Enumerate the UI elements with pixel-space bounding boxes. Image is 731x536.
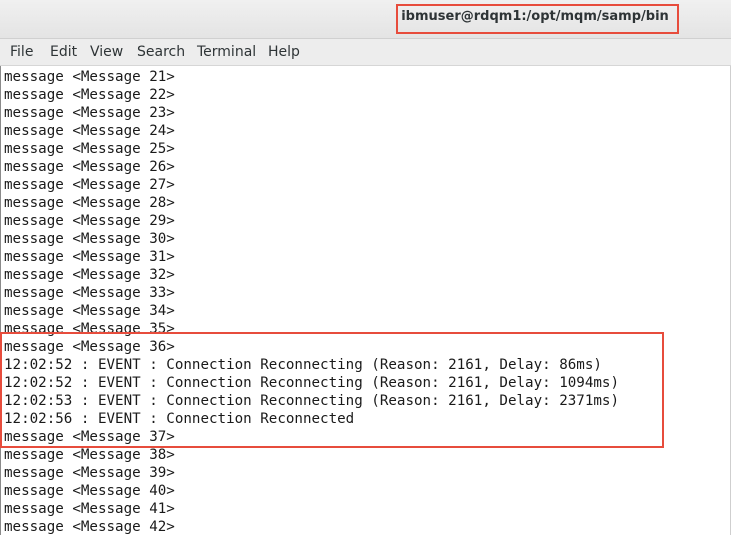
menu-bar: File Edit View Search Terminal Help <box>0 39 731 66</box>
terminal-line: 12:02:56 : EVENT : Connection Reconnecte… <box>4 411 355 427</box>
terminal-left-border <box>0 66 1 535</box>
menu-file[interactable]: File <box>10 39 33 65</box>
terminal-line: message <Message 31> <box>4 249 175 265</box>
terminal-line: message <Message 34> <box>4 303 175 319</box>
terminal-line: message <Message 24> <box>4 123 175 139</box>
terminal-line: message <Message 22> <box>4 87 175 103</box>
terminal-line: message <Message 33> <box>4 285 175 301</box>
terminal-line: message <Message 23> <box>4 105 175 121</box>
menu-view[interactable]: View <box>90 39 123 65</box>
terminal-line: message <Message 29> <box>4 213 175 229</box>
terminal-line: message <Message 40> <box>4 483 175 499</box>
terminal-line: 12:02:53 : EVENT : Connection Reconnecti… <box>4 393 619 409</box>
terminal-line: message <Message 36> <box>4 339 175 355</box>
window-title: ibmuser@rdqm1:/opt/mqm/samp/bin <box>401 9 669 24</box>
terminal-line: message <Message 28> <box>4 195 175 211</box>
window-titlebar[interactable]: ibmuser@rdqm1:/opt/mqm/samp/bin <box>0 0 731 39</box>
terminal-line: 12:02:52 : EVENT : Connection Reconnecti… <box>4 375 619 391</box>
terminal-line: message <Message 38> <box>4 447 175 463</box>
terminal-line: message <Message 42> <box>4 519 175 535</box>
menu-help[interactable]: Help <box>268 39 300 65</box>
terminal-line: message <Message 26> <box>4 159 175 175</box>
menu-edit[interactable]: Edit <box>50 39 77 65</box>
terminal-line: message <Message 39> <box>4 465 175 481</box>
terminal-line: message <Message 21> <box>4 69 175 85</box>
terminal-output[interactable]: message <Message 21> message <Message 22>… <box>0 66 731 535</box>
terminal-line: message <Message 27> <box>4 177 175 193</box>
terminal-line: message <Message 25> <box>4 141 175 157</box>
terminal-line: message <Message 30> <box>4 231 175 247</box>
terminal-line: message <Message 41> <box>4 501 175 517</box>
terminal-line: message <Message 32> <box>4 267 175 283</box>
menu-terminal[interactable]: Terminal <box>197 39 256 65</box>
terminal-line: message <Message 35> <box>4 321 175 337</box>
menu-search[interactable]: Search <box>137 39 185 65</box>
terminal-line: 12:02:52 : EVENT : Connection Reconnecti… <box>4 357 602 373</box>
terminal-line: message <Message 37> <box>4 429 175 445</box>
